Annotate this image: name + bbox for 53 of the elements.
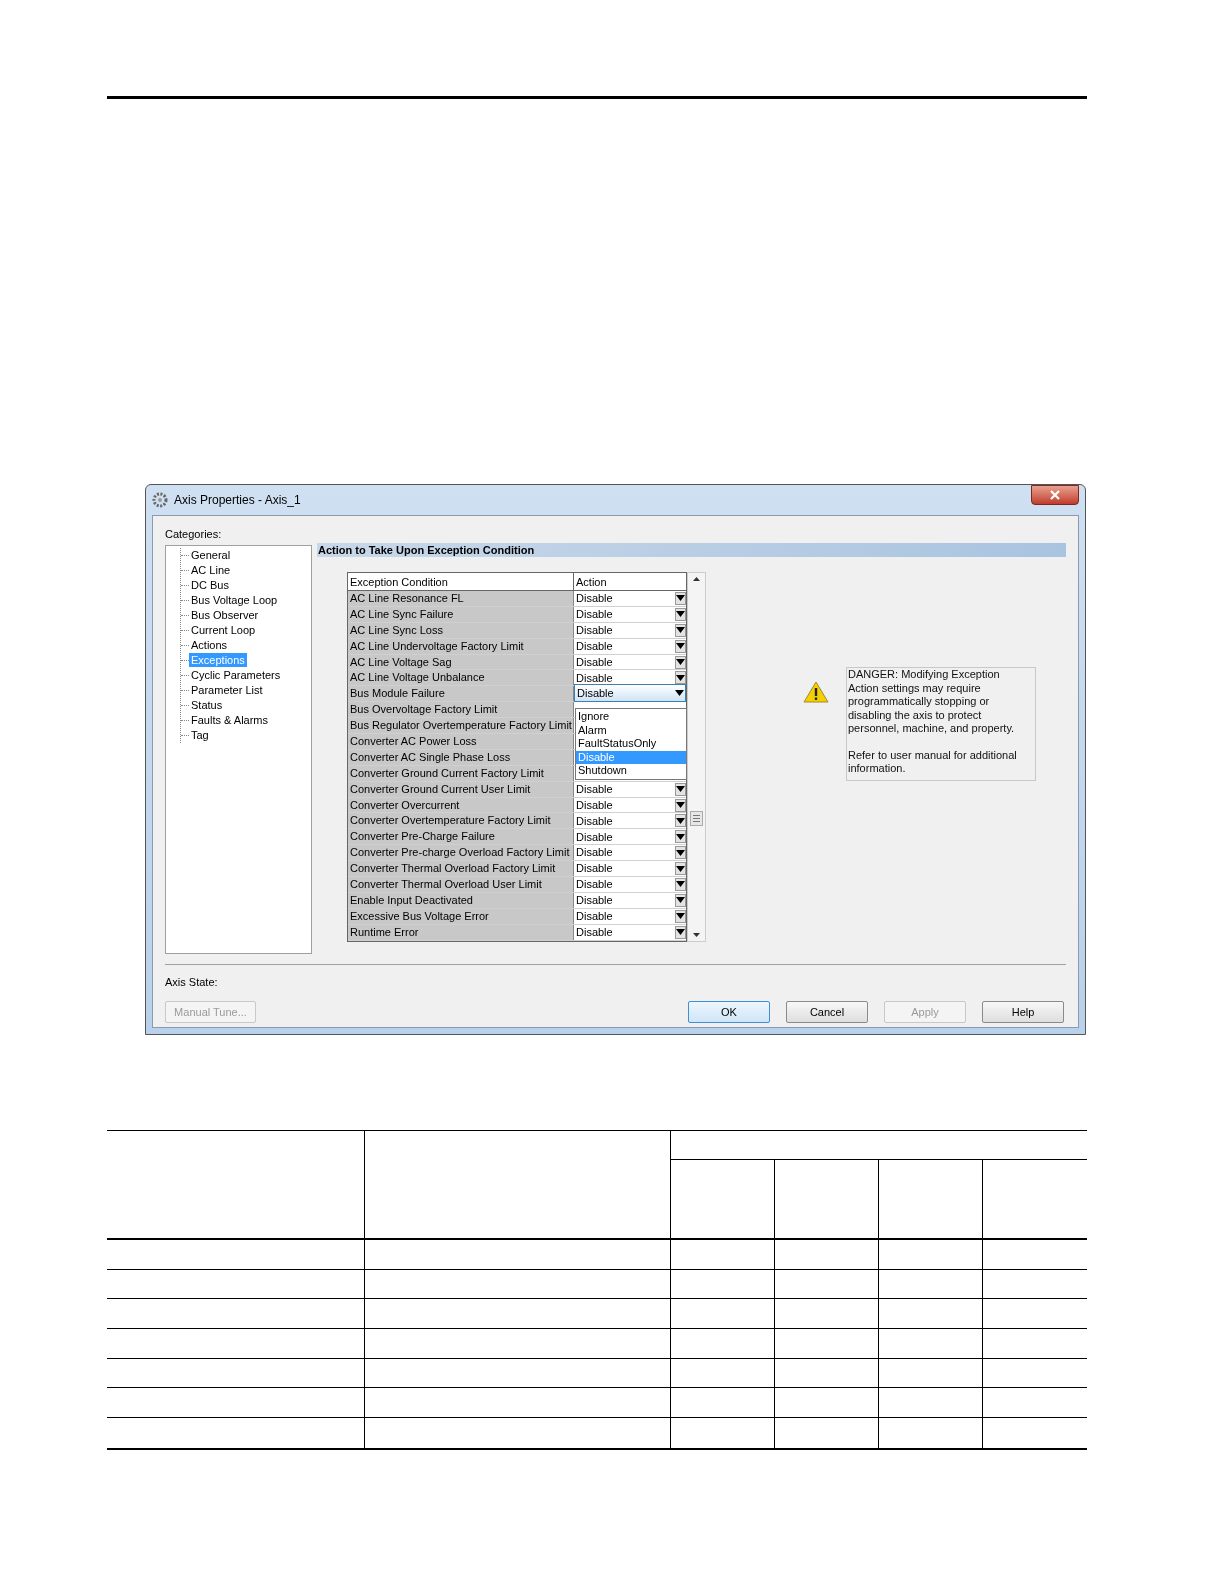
tree-item[interactable]: Faults & Alarms (189, 713, 271, 727)
table-cell: Converter Pre-Charge Failure (348, 829, 574, 845)
table-cell: AC Line Resonance FL (348, 591, 574, 606)
action-select[interactable]: Disable (574, 845, 686, 861)
dropdown-option[interactable]: Shutdown (576, 764, 686, 778)
table-cell: Converter Thermal Overload Factory Limit (348, 861, 574, 877)
tree-item[interactable]: Cyclic Parameters (189, 668, 283, 682)
action-select[interactable]: Disable (574, 684, 686, 703)
scroll-thumb[interactable] (690, 811, 703, 826)
close-icon (1050, 490, 1060, 500)
scroll-down-icon[interactable] (693, 932, 700, 937)
dropdown-option[interactable]: Ignore (576, 710, 686, 724)
section-header: Action to Take Upon Exception Condition (317, 543, 1066, 557)
table-cell: Converter AC Power Loss (348, 734, 574, 749)
tree-item[interactable]: Parameter List (189, 683, 265, 697)
dropdown-option[interactable]: Alarm (576, 723, 686, 737)
table-cell: Bus Module Failure (348, 686, 574, 702)
tree-item[interactable]: Bus Observer (189, 608, 261, 622)
table-cell: AC Line Voltage Unbalance (348, 670, 574, 686)
warning-text: Refer to user manual for additional information. (848, 748, 1018, 776)
tree-item[interactable]: Tag (189, 728, 211, 742)
dialog-button[interactable]: Help (982, 1001, 1064, 1023)
dropdown-option[interactable]: FaultStatusOnly (576, 737, 686, 751)
dialog-button[interactable]: Cancel (786, 1001, 868, 1023)
column-header: Exception Condition (348, 573, 574, 590)
action-select[interactable]: Disable (574, 877, 686, 892)
scroll-up-icon[interactable] (693, 577, 700, 581)
tree-item[interactable]: Bus Voltage Loop (189, 593, 280, 607)
action-select[interactable]: Disable (574, 591, 686, 606)
action-select[interactable]: Disable (574, 829, 686, 845)
warning-text: DANGER: Modifying Exception Action settings may require programmatically stopping or disabling the axis to protect personnel, machine, and property. (848, 668, 1016, 736)
column-header: Action (575, 575, 608, 590)
axis-state-label: Axis State: (165, 974, 219, 990)
tree-item[interactable]: DC Bus (189, 578, 231, 592)
scrollbar[interactable] (687, 572, 706, 942)
table-cell: Bus Overvoltage Factory Limit (348, 702, 574, 718)
tree-item[interactable]: Current Loop (189, 623, 258, 637)
dialog-button[interactable]: OK (688, 1001, 770, 1023)
action-select[interactable]: Disable (574, 813, 686, 829)
tree-item[interactable]: General (189, 548, 233, 562)
table-cell: Converter Thermal Overload User Limit (348, 877, 574, 892)
categories-label: Categories: (165, 527, 223, 542)
tree-item[interactable]: Actions (189, 638, 230, 652)
window-title: Axis Properties - Axis_1 (174, 492, 301, 509)
tree-item[interactable]: AC Line (189, 563, 233, 577)
table-cell: Converter Pre-charge Overload Factory Limit (348, 845, 574, 861)
gear-icon (152, 491, 170, 509)
tree-item[interactable]: Status (189, 698, 225, 712)
table-cell: Converter Overtemperature Factory Limit (348, 813, 574, 829)
table-cell: Bus Regulator Overtemperature Factory Limit (348, 718, 574, 733)
close-button[interactable] (1031, 485, 1079, 505)
action-select[interactable]: Disable (574, 861, 686, 877)
warning-icon (803, 681, 829, 703)
